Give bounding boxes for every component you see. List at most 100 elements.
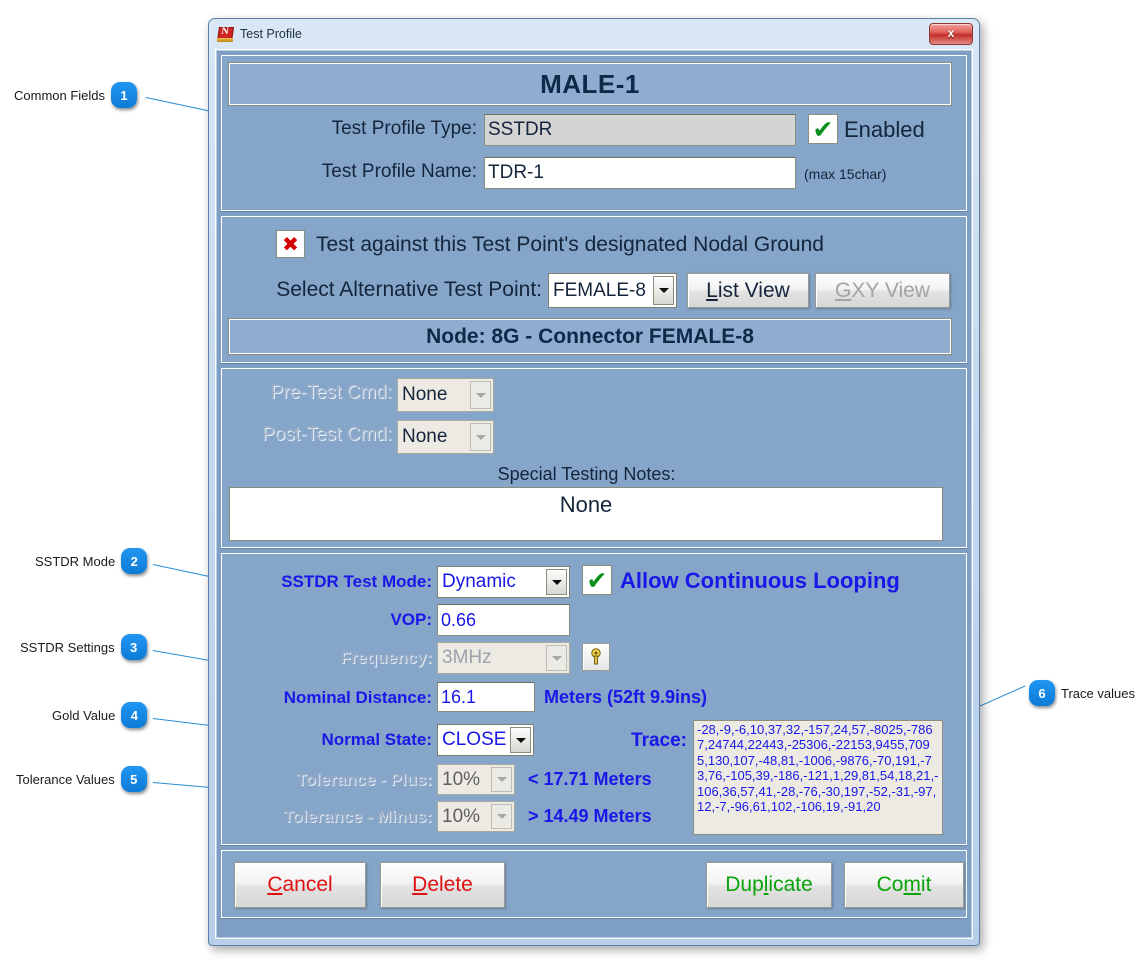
delete-label-rest: elete [427, 873, 473, 896]
nodal-ground-label: Test against this Test Point's designate… [316, 233, 824, 257]
nodal-ground-checkbox[interactable]: ✖ [276, 230, 305, 258]
tolerance-plus-combo[interactable]: 10% [437, 764, 515, 795]
sstdr-test-mode-combo[interactable]: Dynamic [437, 566, 570, 598]
post-test-cmd-label: Post-Test Cmd: [222, 424, 392, 446]
gxy-view-button[interactable]: GXY View [815, 273, 950, 308]
special-notes-label: Special Testing Notes: [222, 464, 951, 485]
callout-1-label: Common Fields [14, 88, 105, 103]
chevron-down-icon[interactable] [546, 569, 567, 595]
callout-1-badge: 1 [111, 82, 137, 108]
frequency-key-button[interactable] [582, 643, 610, 671]
frequency-combo[interactable]: 3MHz [437, 642, 570, 674]
cancel-label-rest: ancel [282, 873, 332, 896]
chevron-down-icon[interactable] [546, 645, 567, 671]
callout-6-badge: 6 [1029, 680, 1055, 706]
tolerance-plus-result: < 17.71 Meters [528, 769, 652, 790]
post-test-cmd-combo[interactable]: None [397, 420, 494, 454]
common-fields-panel: MALE-1 Test Profile Type: SSTDR ✔ Enable… [221, 55, 967, 211]
profile-banner-label: MALE-1 [540, 69, 640, 100]
allow-looping-checkbox[interactable]: ✔ [582, 565, 612, 595]
node-banner: Node: 8G - Connector FEMALE-8 [229, 319, 951, 354]
trace-label: Trace: [592, 730, 687, 752]
nominal-distance-units: Meters (52ft 9.9ins) [544, 687, 707, 708]
callout-3-badge: 3 [121, 634, 147, 660]
callout-4-badge: 4 [121, 702, 147, 728]
enabled-label: Enabled [844, 117, 964, 143]
nominal-distance-label: Nominal Distance: [222, 688, 432, 708]
test-profile-type-value: SSTDR [484, 114, 796, 146]
test-profile-name-input[interactable]: TDR-1 [484, 157, 796, 189]
pre-test-cmd-combo[interactable]: None [397, 378, 494, 412]
sstdr-test-mode-value: Dynamic [442, 571, 516, 593]
callout-6-label: Trace values [1061, 686, 1135, 701]
tolerance-plus-label: Tolerance - Plus: [222, 770, 432, 790]
duplicate-label-b: icate [768, 873, 812, 896]
allow-looping-label: Allow Continuous Looping [620, 568, 900, 594]
app-icon [217, 26, 233, 42]
chevron-down-icon[interactable] [470, 423, 491, 451]
chevron-down-icon[interactable] [653, 276, 674, 305]
commit-accel: m [903, 873, 921, 896]
callout-6: 6 Trace values [1029, 680, 1135, 706]
chevron-down-icon[interactable] [510, 727, 531, 753]
close-icon[interactable]: x [929, 23, 973, 45]
nominal-distance-input[interactable]: 16.1 [437, 682, 535, 712]
delete-button[interactable]: Delete [380, 862, 505, 908]
pre-test-cmd-value: None [402, 384, 447, 406]
special-notes-textarea[interactable]: None [229, 487, 943, 541]
pre-test-cmd-label: Pre-Test Cmd: [222, 382, 392, 404]
callout-2-badge: 2 [121, 548, 147, 574]
delete-accel: D [412, 873, 427, 896]
trace-values-textarea[interactable]: -28,-9,-6,10,37,32,-157,24,57,-8025,-786… [693, 720, 943, 835]
post-test-cmd-value: None [402, 426, 447, 448]
tolerance-plus-value: 10% [442, 769, 480, 791]
select-test-point-label: Select Alternative Test Point: [222, 278, 542, 302]
vop-input[interactable]: 0.66 [437, 604, 570, 636]
duplicate-button[interactable]: Duplicate [706, 862, 832, 908]
frequency-value: 3MHz [442, 647, 492, 669]
commit-label-a: Co [877, 873, 904, 896]
normal-state-combo[interactable]: CLOSE [437, 724, 534, 756]
footer-panel: Cancel Delete Duplicate Comit [221, 850, 967, 918]
vop-label: VOP: [222, 610, 432, 630]
chevron-down-icon[interactable] [470, 381, 491, 409]
callout-5-label: Tolerance Values [16, 772, 115, 787]
dialog-client-area: MALE-1 Test Profile Type: SSTDR ✔ Enable… [215, 49, 973, 939]
callout-1: Common Fields 1 [14, 82, 137, 108]
select-test-point-combo[interactable]: FEMALE-8 [548, 273, 677, 308]
normal-state-label: Normal State: [222, 730, 432, 750]
normal-state-value: CLOSE [442, 729, 506, 751]
cancel-accel: C [267, 873, 282, 896]
test-profile-dialog: Test Profile x MALE-1 Test Profile Type:… [208, 18, 980, 946]
test-point-panel: ✖ Test against this Test Point's designa… [221, 216, 967, 363]
enabled-checkbox[interactable]: ✔ [808, 114, 838, 144]
cancel-button[interactable]: Cancel [234, 862, 366, 908]
callout-2: SSTDR Mode 2 [35, 548, 147, 574]
chevron-down-icon[interactable] [491, 804, 512, 829]
frequency-label: Frequency: [222, 648, 432, 668]
commit-button[interactable]: Comit [844, 862, 964, 908]
list-view-label-rest: ist View [718, 279, 790, 302]
list-view-button[interactable]: List View [687, 273, 809, 308]
tolerance-minus-value: 10% [442, 806, 480, 828]
list-view-accel: L [706, 279, 718, 302]
callout-3: SSTDR Settings 3 [20, 634, 147, 660]
sstdr-panel: SSTDR Test Mode: Dynamic ✔ Allow Continu… [221, 553, 967, 845]
sstdr-test-mode-label: SSTDR Test Mode: [222, 572, 432, 592]
duplicate-label-a: Dup [725, 873, 764, 896]
tolerance-minus-result: > 14.49 Meters [528, 806, 652, 827]
test-profile-name-hint: (max 15char) [804, 166, 886, 182]
callout-2-label: SSTDR Mode [35, 554, 115, 569]
title-bar[interactable]: Test Profile x [209, 19, 979, 49]
gxy-view-label-rest: XY View [851, 279, 930, 302]
callout-5: Tolerance Values 5 [16, 766, 147, 792]
callout-4: Gold Value 4 [52, 702, 147, 728]
cross-icon: ✖ [282, 234, 299, 254]
check-icon: ✔ [813, 117, 834, 142]
gxy-view-accel: G [835, 279, 851, 302]
tolerance-minus-combo[interactable]: 10% [437, 801, 515, 832]
tolerance-minus-label: Tolerance - Minus: [222, 807, 432, 827]
callout-4-label: Gold Value [52, 708, 115, 723]
chevron-down-icon[interactable] [491, 767, 512, 792]
commit-label-b: it [921, 873, 932, 896]
